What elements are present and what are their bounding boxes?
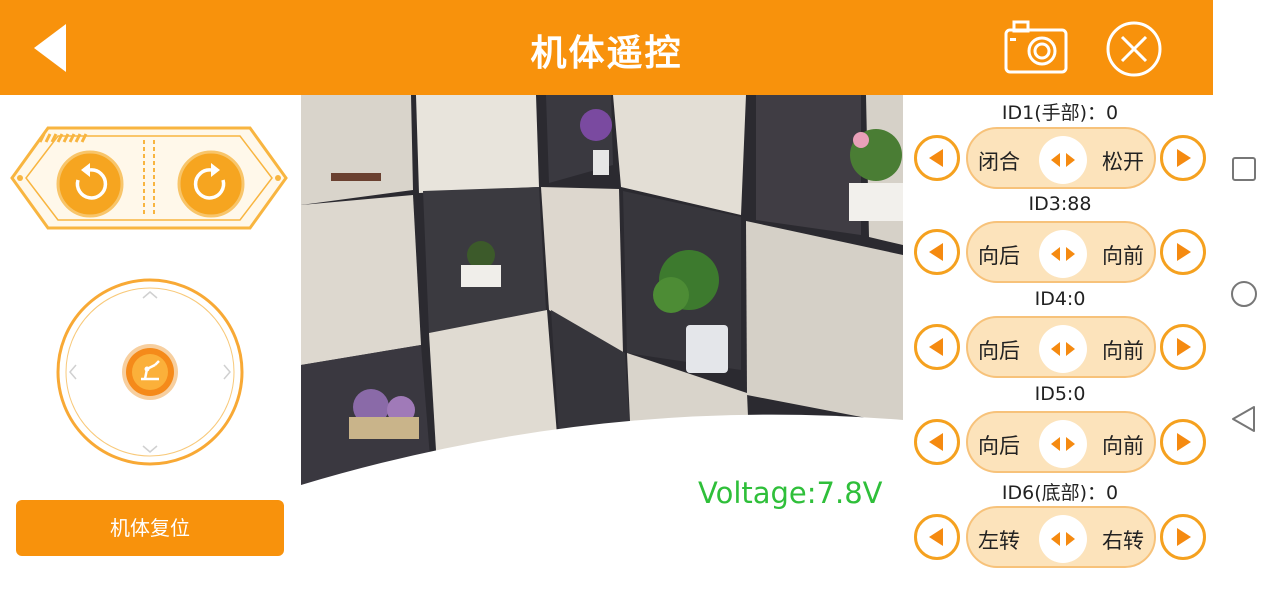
left-right-arrows-icon — [1051, 532, 1075, 546]
slider-handle[interactable] — [1039, 325, 1087, 373]
servo-row-id5: 向后 向前 — [912, 409, 1212, 475]
close-circle-icon[interactable] — [1105, 20, 1163, 78]
reset-robot-button[interactable]: 机体复位 — [16, 500, 284, 556]
decrease-button[interactable] — [914, 135, 960, 181]
left-action-label[interactable]: 闭合 — [978, 146, 1020, 176]
left-triangle-icon — [929, 149, 943, 167]
camera-icon[interactable] — [1002, 18, 1070, 76]
top-bar: 机体遥控 — [0, 0, 1213, 95]
servo-slider[interactable]: 闭合 松开 — [966, 127, 1156, 189]
right-triangle-icon — [1177, 243, 1191, 261]
triangle-back-icon[interactable] — [1228, 403, 1260, 435]
increase-button[interactable] — [1160, 514, 1206, 560]
decrease-button[interactable] — [914, 229, 960, 275]
servo-slider[interactable]: 向后 向前 — [966, 316, 1156, 378]
right-action-label[interactable]: 向前 — [1102, 430, 1144, 460]
slider-handle[interactable] — [1039, 420, 1087, 468]
right-triangle-icon — [1177, 149, 1191, 167]
increase-button[interactable] — [1160, 419, 1206, 465]
decrease-button[interactable] — [914, 514, 960, 560]
robot-arm-icon[interactable] — [122, 344, 178, 400]
left-action-label[interactable]: 左转 — [978, 525, 1020, 555]
left-action-label[interactable]: 向后 — [978, 335, 1020, 365]
slider-handle[interactable] — [1039, 136, 1087, 184]
left-triangle-icon — [929, 528, 943, 546]
joystick[interactable] — [55, 277, 245, 467]
right-triangle-icon — [1177, 338, 1191, 356]
servo-row-id6: 左转 右转 — [912, 504, 1212, 570]
rotate-counterclockwise-button[interactable] — [56, 150, 124, 218]
camera-image — [301, 95, 903, 521]
servo-slider[interactable]: 向后 向前 — [966, 221, 1156, 283]
left-triangle-icon — [929, 338, 943, 356]
decrease-button[interactable] — [914, 419, 960, 465]
servo-label-id1: ID1(手部)：0 — [1001, 102, 1119, 124]
slider-handle[interactable] — [1039, 515, 1087, 563]
left-action-label[interactable]: 向后 — [978, 240, 1020, 270]
right-triangle-icon — [1177, 528, 1191, 546]
servo-slider[interactable]: 向后 向前 — [966, 411, 1156, 473]
rotate-clockwise-button[interactable] — [177, 150, 245, 218]
servo-label-id3: ID3:88 — [1028, 193, 1092, 215]
left-right-arrows-icon — [1051, 437, 1075, 451]
circle-home-icon[interactable] — [1228, 278, 1260, 310]
increase-button[interactable] — [1160, 324, 1206, 370]
right-action-label[interactable]: 右转 — [1102, 525, 1144, 555]
camera-feed — [301, 95, 903, 521]
increase-button[interactable] — [1160, 229, 1206, 275]
increase-button[interactable] — [1160, 135, 1206, 181]
slider-handle[interactable] — [1039, 230, 1087, 278]
right-action-label[interactable]: 向前 — [1102, 240, 1144, 270]
servo-row-id4: 向后 向前 — [912, 314, 1212, 380]
left-right-arrows-icon — [1051, 153, 1075, 167]
servo-row-id1: 闭合 松开 — [912, 125, 1212, 191]
servo-label-id6: ID6(底部)：0 — [1001, 482, 1119, 504]
left-action-label[interactable]: 向后 — [978, 430, 1020, 460]
left-right-arrows-icon — [1051, 342, 1075, 356]
servo-slider[interactable]: 左转 右转 — [966, 506, 1156, 568]
voltage-readout: Voltage:7.8V — [698, 476, 883, 510]
servo-label-id5: ID5:0 — [1034, 383, 1086, 405]
left-triangle-icon — [929, 243, 943, 261]
left-triangle-icon — [929, 433, 943, 451]
right-action-label[interactable]: 向前 — [1102, 335, 1144, 365]
left-right-arrows-icon — [1051, 247, 1075, 261]
decrease-button[interactable] — [914, 324, 960, 370]
rotate-control-frame — [10, 126, 288, 230]
servo-label-id4: ID4:0 — [1034, 288, 1086, 310]
square-recents-icon[interactable] — [1228, 153, 1260, 185]
right-action-label[interactable]: 松开 — [1102, 146, 1144, 176]
servo-row-id3: 向后 向前 — [912, 219, 1212, 285]
right-triangle-icon — [1177, 433, 1191, 451]
